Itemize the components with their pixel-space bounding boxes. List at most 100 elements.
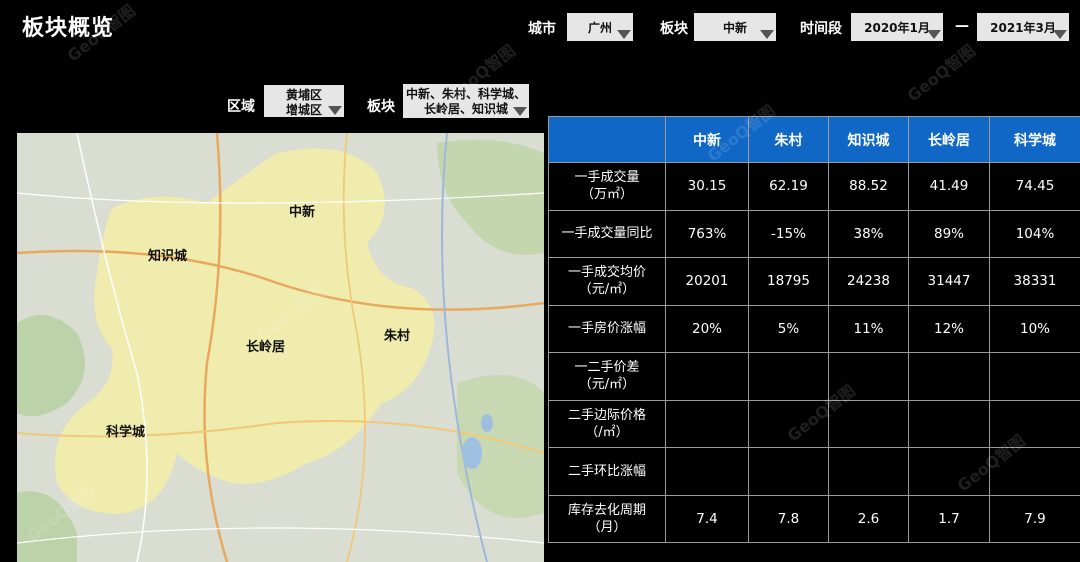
table-cell bbox=[828, 352, 909, 401]
row-label: 一二手价差 （元/㎡） bbox=[548, 352, 666, 401]
row-label: 库存去化周期 （月） bbox=[548, 494, 666, 543]
table-cell: 11% bbox=[828, 304, 909, 353]
row-label-line1: 二手环比涨幅 bbox=[567, 463, 646, 479]
table-header-row: 中新 朱村 知识城 长岭居 科学城 bbox=[548, 116, 1080, 163]
table-cell: 31447 bbox=[908, 257, 990, 306]
map-label-zhucun: 朱村 bbox=[384, 329, 411, 344]
row-label-line1: 一手房价涨幅 bbox=[567, 321, 646, 337]
row-label: 一手房价涨幅 bbox=[548, 304, 666, 353]
table-cell: 18795 bbox=[748, 257, 829, 306]
district-value-line2: 增城区 bbox=[285, 103, 322, 117]
district-label: 区域 bbox=[227, 99, 255, 115]
table-row: 一手成交量 （万㎡） 30.15 62.19 88.52 41.49 74.45 bbox=[548, 162, 1080, 211]
table-cell: 20% bbox=[665, 304, 749, 353]
table-cell bbox=[665, 399, 749, 448]
table-header-cell: 科学城 bbox=[989, 116, 1080, 163]
table-cell: 24238 bbox=[828, 257, 909, 306]
table-cell: 104% bbox=[989, 209, 1080, 258]
table-row: 一手成交均价 （元/㎡） 20201 18795 24238 31447 38331 bbox=[548, 257, 1080, 306]
row-label: 一手成交量同比 bbox=[548, 209, 666, 258]
table-cell: 10% bbox=[989, 304, 1080, 353]
table-cell: 88.52 bbox=[828, 162, 909, 211]
table-cell: 7.9 bbox=[989, 494, 1080, 543]
table-cell bbox=[665, 352, 749, 401]
table-row: 二手环比涨幅 bbox=[548, 447, 1080, 496]
table-cell bbox=[908, 352, 990, 401]
table-cell: 20201 bbox=[665, 257, 749, 306]
row-label-line2: （元/㎡） bbox=[578, 377, 636, 393]
table-header-cell: 朱村 bbox=[748, 116, 829, 163]
table-cell: 7.8 bbox=[748, 494, 829, 543]
row-label-line2: （/㎡） bbox=[585, 424, 629, 440]
table-cell bbox=[989, 352, 1080, 401]
sector-label: 板块 bbox=[660, 21, 688, 37]
table-cell: 38331 bbox=[989, 257, 1080, 306]
watermark-logo: GeoQ智图 bbox=[903, 40, 979, 106]
sector-data-table: 中新 朱村 知识城 长岭居 科学城 一手成交量 （万㎡） 30.15 62.19 88.… bbox=[548, 116, 1080, 543]
table-cell: 74.45 bbox=[989, 162, 1080, 211]
table-cell: 38% bbox=[828, 209, 909, 258]
chevron-down-icon bbox=[513, 107, 527, 116]
chevron-down-icon bbox=[927, 30, 941, 39]
table-cell bbox=[665, 447, 749, 496]
sector2-dropdown-value: 中新、朱村、科学城、 长岭居、知识城 bbox=[403, 84, 529, 117]
sector2-label: 板块 bbox=[367, 99, 395, 115]
map-label-changlingju: 长岭居 bbox=[246, 340, 286, 355]
sector2-dropdown[interactable]: 中新、朱村、科学城、 长岭居、知识城 bbox=[403, 84, 529, 118]
period-start-dropdown[interactable]: 2020年1月 bbox=[851, 13, 943, 41]
table-cell: 763% bbox=[665, 209, 749, 258]
row-label-line2: （万㎡） bbox=[580, 187, 633, 203]
chevron-down-icon bbox=[1053, 30, 1067, 39]
table-cell: 7.4 bbox=[665, 494, 749, 543]
table-header-cell bbox=[548, 116, 666, 163]
chevron-down-icon bbox=[617, 30, 631, 39]
table-cell bbox=[828, 447, 909, 496]
row-label-line1: 库存去化周期 bbox=[567, 502, 646, 518]
period-label: 时间段 bbox=[800, 21, 842, 37]
table-cell: 62.19 bbox=[748, 162, 829, 211]
table-cell bbox=[989, 399, 1080, 448]
sector-dropdown[interactable]: 中新 bbox=[694, 13, 776, 41]
table-cell: 30.15 bbox=[665, 162, 749, 211]
table-cell bbox=[989, 447, 1080, 496]
row-label-line2: （元/㎡） bbox=[578, 282, 636, 298]
table-cell: 1.7 bbox=[908, 494, 990, 543]
table-cell: -15% bbox=[748, 209, 829, 258]
table-header-cell: 中新 bbox=[665, 116, 749, 163]
district-dropdown[interactable]: 黄埔区 增城区 bbox=[264, 85, 344, 117]
table-cell bbox=[748, 447, 829, 496]
table-cell: 89% bbox=[908, 209, 990, 258]
row-label-line1: 一手成交均价 bbox=[567, 265, 646, 281]
map-label-zhishicheng: 知识城 bbox=[148, 249, 188, 264]
table-cell: 41.49 bbox=[908, 162, 990, 211]
sector2-value-line1: 中新、朱村、科学城、 bbox=[405, 87, 526, 101]
table-cell: 5% bbox=[748, 304, 829, 353]
city-label: 城市 bbox=[528, 21, 556, 37]
table-row: 一二手价差 （元/㎡） bbox=[548, 352, 1080, 401]
sector2-value-line2: 长岭居、知识城 bbox=[423, 102, 508, 116]
row-label: 一手成交量 （万㎡） bbox=[548, 162, 666, 211]
table-cell bbox=[748, 352, 829, 401]
table-row: 二手边际价格 （/㎡） bbox=[548, 399, 1080, 448]
district-value-line1: 黄埔区 bbox=[285, 88, 322, 102]
table-cell bbox=[828, 399, 909, 448]
period-end-dropdown[interactable]: 2021年3月 bbox=[977, 13, 1069, 41]
map-panel[interactable]: 中新 知识城 长岭居 朱村 科学城 bbox=[17, 133, 544, 562]
city-dropdown[interactable]: 广州 bbox=[567, 13, 633, 41]
table-row: 一手成交量同比 763% -15% 38% 89% 104% bbox=[548, 209, 1080, 258]
table-header-cell: 知识城 bbox=[828, 116, 909, 163]
chevron-down-icon bbox=[328, 106, 342, 115]
row-label-line1: 一手成交量同比 bbox=[561, 226, 653, 242]
map-label-zhongxin: 中新 bbox=[289, 205, 316, 220]
table-row: 库存去化周期 （月） 7.4 7.8 2.6 1.7 7.9 bbox=[548, 494, 1080, 543]
row-label-line1: 一二手价差 bbox=[574, 360, 640, 376]
row-label-line2: （月） bbox=[587, 519, 627, 535]
row-label: 一手成交均价 （元/㎡） bbox=[548, 257, 666, 306]
map-label-kexuecheng: 科学城 bbox=[106, 425, 146, 440]
table-row: 一手房价涨幅 20% 5% 11% 12% 10% bbox=[548, 304, 1080, 353]
chevron-down-icon bbox=[760, 30, 774, 39]
period-separator: — bbox=[955, 18, 969, 34]
page-title: 板块概览 bbox=[22, 16, 115, 41]
row-label: 二手边际价格 （/㎡） bbox=[548, 399, 666, 448]
table-header-cell: 长岭居 bbox=[908, 116, 990, 163]
